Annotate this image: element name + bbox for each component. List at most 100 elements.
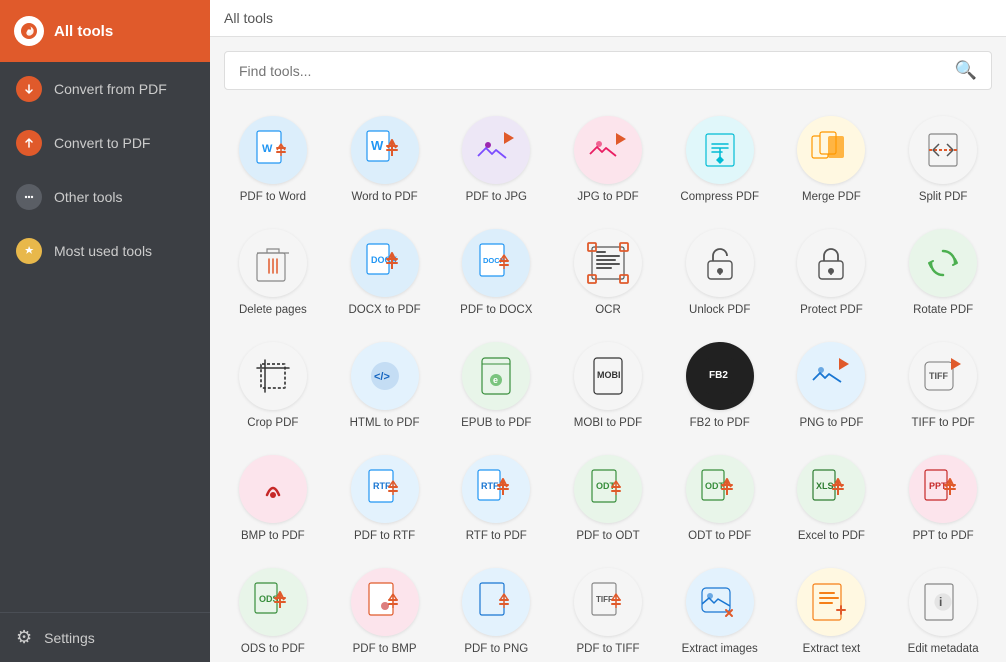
tool-jpg-to-pdf[interactable]: JPG to PDF (555, 106, 661, 213)
tool-icon-fb2-to-pdf: FB2 (686, 342, 754, 410)
tool-icon-ocr (574, 229, 642, 297)
tool-label-ods-to-pdf: ODS to PDF (241, 642, 305, 657)
tool-crop-pdf[interactable]: Crop PDF (220, 332, 326, 439)
tool-word-to-pdf[interactable]: W Word to PDF (332, 106, 438, 213)
svg-text:W: W (371, 138, 384, 153)
tool-label-pdf-to-rtf: PDF to RTF (354, 529, 415, 544)
tool-label-extract-images: Extract images (682, 642, 758, 657)
tool-epub-to-pdf[interactable]: eEPUB to PDF (443, 332, 549, 439)
svg-text:MOBI: MOBI (597, 370, 621, 380)
tool-icon-edit-metadata: i (909, 568, 977, 636)
tool-bmp-to-pdf[interactable]: BMP to PDF (220, 445, 326, 552)
tool-extract-text[interactable]: Extract text (779, 558, 885, 662)
other-tools-icon (16, 184, 42, 210)
tools-grid: W PDF to Word W Word to PDF PDF to JPG JPG to… (220, 106, 996, 662)
tool-edit-metadata[interactable]: i Edit metadata (890, 558, 996, 662)
sidebar-spacer (0, 278, 210, 612)
tool-icon-tiff-to-pdf: TIFF (909, 342, 977, 410)
search-input[interactable] (239, 63, 947, 79)
tool-unlock-pdf[interactable]: Unlock PDF (667, 219, 773, 326)
tool-pdf-to-png[interactable]: PDF to PNG (443, 558, 549, 662)
tool-label-edit-metadata: Edit metadata (908, 642, 979, 657)
svg-text:RTF: RTF (481, 481, 499, 491)
tool-label-ppt-to-pdf: PPT to PDF (913, 529, 974, 544)
tool-label-mobi-to-pdf: MOBI to PDF (574, 416, 642, 431)
tool-label-html-to-pdf: HTML to PDF (350, 416, 420, 431)
sidebar-settings[interactable]: ⚙ Settings (0, 612, 210, 662)
sidebar-item-most-used-label: Most used tools (54, 243, 152, 259)
settings-gear-icon: ⚙ (16, 627, 32, 648)
tool-odt-to-pdf[interactable]: ODTODT to PDF (667, 445, 773, 552)
tool-icon-rtf-to-pdf: RTF (462, 455, 530, 523)
tool-pdf-to-bmp[interactable]: PDF to BMP (332, 558, 438, 662)
tool-ppt-to-pdf[interactable]: PPT PPT to PDF (890, 445, 996, 552)
convert-to-icon (16, 130, 42, 156)
tool-icon-ppt-to-pdf: PPT (909, 455, 977, 523)
sidebar: All tools Convert from PDF Convert to PD… (0, 0, 210, 662)
app-logo-icon (14, 16, 44, 46)
tool-icon-protect-pdf (797, 229, 865, 297)
tool-rotate-pdf[interactable]: Rotate PDF (890, 219, 996, 326)
tool-label-rotate-pdf: Rotate PDF (913, 303, 973, 318)
tool-excel-to-pdf[interactable]: XLS Excel to PDF (779, 445, 885, 552)
tool-pdf-to-odt[interactable]: ODTPDF to ODT (555, 445, 661, 552)
tool-pdf-to-word[interactable]: W PDF to Word (220, 106, 326, 213)
topbar: All tools (210, 0, 1006, 37)
svg-text:TIFF: TIFF (929, 371, 948, 381)
svg-text:</>: </> (374, 371, 390, 383)
tool-label-pdf-to-tiff: PDF to TIFF (576, 642, 639, 657)
sidebar-item-convert-from[interactable]: Convert from PDF (0, 62, 210, 116)
tool-label-pdf-to-bmp: PDF to BMP (353, 642, 417, 657)
sidebar-item-most-used[interactable]: Most used tools (0, 224, 210, 278)
tool-protect-pdf[interactable]: Protect PDF (779, 219, 885, 326)
tool-ods-to-pdf[interactable]: ODS ODS to PDF (220, 558, 326, 662)
tool-ocr[interactable]: OCR (555, 219, 661, 326)
tool-label-unlock-pdf: Unlock PDF (689, 303, 750, 318)
tool-extract-images[interactable]: Extract images (667, 558, 773, 662)
tool-label-png-to-pdf: PNG to PDF (799, 416, 863, 431)
tool-icon-bmp-to-pdf (239, 455, 307, 523)
tool-delete-pages[interactable]: Delete pages (220, 219, 326, 326)
tool-icon-jpg-to-pdf (574, 116, 642, 184)
tool-icon-ods-to-pdf: ODS (239, 568, 307, 636)
tool-html-to-pdf[interactable]: </> HTML to PDF (332, 332, 438, 439)
tool-icon-mobi-to-pdf: MOBI (574, 342, 642, 410)
tool-pdf-to-jpg[interactable]: PDF to JPG (443, 106, 549, 213)
tool-docx-to-pdf[interactable]: DOCXDOCX to PDF (332, 219, 438, 326)
tool-pdf-to-docx[interactable]: DOCXPDF to DOCX (443, 219, 549, 326)
tool-label-pdf-to-word: PDF to Word (240, 190, 306, 205)
tool-tiff-to-pdf[interactable]: TIFF TIFF to PDF (890, 332, 996, 439)
tool-pdf-to-rtf[interactable]: RTFPDF to RTF (332, 445, 438, 552)
tool-icon-epub-to-pdf: e (462, 342, 530, 410)
tool-label-bmp-to-pdf: BMP to PDF (241, 529, 305, 544)
tool-icon-crop-pdf (239, 342, 307, 410)
tool-icon-pdf-to-bmp (351, 568, 419, 636)
tool-mobi-to-pdf[interactable]: MOBI MOBI to PDF (555, 332, 661, 439)
sidebar-item-convert-to[interactable]: Convert to PDF (0, 116, 210, 170)
tool-pdf-to-tiff[interactable]: TIFFPDF to TIFF (555, 558, 661, 662)
tool-rtf-to-pdf[interactable]: RTF RTF to PDF (443, 445, 549, 552)
most-used-icon (16, 238, 42, 264)
tool-png-to-pdf[interactable]: PNG to PDF (779, 332, 885, 439)
tool-fb2-to-pdf[interactable]: FB2FB2 to PDF (667, 332, 773, 439)
tool-icon-html-to-pdf: </> (351, 342, 419, 410)
tool-icon-extract-text (797, 568, 865, 636)
search-bar: 🔍 (224, 51, 992, 90)
sidebar-logo[interactable]: All tools (0, 0, 210, 62)
tool-label-word-to-pdf: Word to PDF (351, 190, 417, 205)
sidebar-item-convert-to-label: Convert to PDF (54, 135, 150, 151)
tool-icon-unlock-pdf (686, 229, 754, 297)
tool-label-excel-to-pdf: Excel to PDF (798, 529, 865, 544)
tool-label-rtf-to-pdf: RTF to PDF (466, 529, 527, 544)
tool-split-pdf[interactable]: Split PDF (890, 106, 996, 213)
tool-merge-pdf[interactable]: Merge PDF (779, 106, 885, 213)
tools-area: W PDF to Word W Word to PDF PDF to JPG JPG to… (210, 96, 1006, 662)
svg-text:W: W (262, 143, 273, 155)
svg-text:XLS: XLS (816, 481, 834, 491)
svg-text:i: i (939, 595, 942, 609)
sidebar-item-other-tools[interactable]: Other tools (0, 170, 210, 224)
tool-compress-pdf[interactable]: Compress PDF (667, 106, 773, 213)
tool-label-extract-text: Extract text (803, 642, 861, 657)
tool-label-pdf-to-jpg: PDF to JPG (466, 190, 527, 205)
tool-label-tiff-to-pdf: TIFF to PDF (912, 416, 975, 431)
